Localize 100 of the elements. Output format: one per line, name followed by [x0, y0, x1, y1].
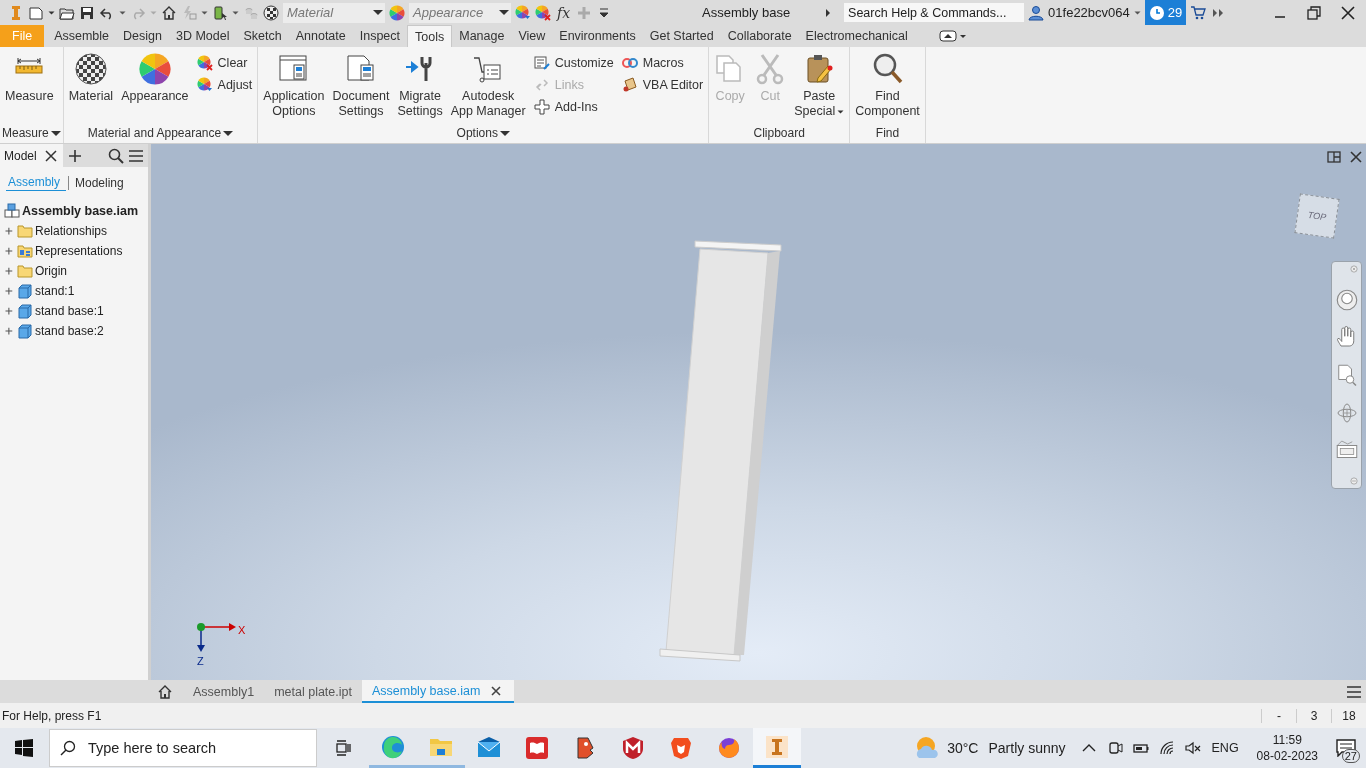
task-view-icon[interactable]: [335, 740, 351, 756]
menu-icon[interactable]: [128, 147, 144, 164]
view-cube[interactable]: TOP: [1294, 193, 1340, 239]
tool-button[interactable]: Paste Special: [791, 51, 848, 121]
taskbar-search-field[interactable]: Type here to search: [49, 729, 317, 767]
ribbon-tab[interactable]: Collaborate: [720, 25, 799, 47]
add-icon[interactable]: [66, 147, 83, 164]
axis-label: X: [238, 624, 246, 636]
home-icon[interactable]: [161, 4, 177, 21]
panel-title[interactable]: Find: [852, 123, 923, 143]
panel-title[interactable]: Material and Appearance: [65, 123, 256, 143]
panel-title[interactable]: Clipboard: [711, 123, 848, 143]
language-indicator[interactable]: ENG: [1211, 741, 1239, 755]
tree-item[interactable]: stand:1: [35, 284, 75, 298]
ribbon-tab[interactable]: Assemble: [47, 25, 117, 47]
tool-button[interactable]: Add-Ins: [530, 96, 617, 118]
color-wheel-cross-icon[interactable]: [535, 4, 551, 21]
folder-icon: [17, 263, 33, 279]
mail-icon: [477, 736, 501, 760]
dropdown-icon[interactable]: [201, 10, 208, 15]
tool-button[interactable]: Clear: [193, 52, 256, 74]
tool-button[interactable]: Autodesk App Manager: [447, 51, 529, 121]
clock-time[interactable]: 11:59: [1272, 732, 1302, 748]
model-tab[interactable]: Model: [0, 144, 63, 167]
appearance-dropdown[interactable]: Appearance: [409, 2, 511, 23]
dropdown-icon[interactable]: [48, 10, 55, 15]
color-wheel-arrow-icon[interactable]: [515, 4, 531, 21]
clock-date[interactable]: 08-02-2023: [1256, 748, 1318, 764]
tool-button[interactable]: VBA Editor: [618, 74, 707, 96]
ribbon-tab[interactable]: Annotate: [288, 25, 353, 47]
new-file-icon[interactable]: [28, 4, 44, 21]
restore-icon[interactable]: [1306, 4, 1322, 21]
checker-sphere-icon[interactable]: [263, 4, 279, 21]
user-name[interactable]: 01fe22bcv064: [1048, 5, 1130, 20]
ribbon-tab[interactable]: Inspect: [352, 25, 408, 47]
browser-icon: [381, 734, 405, 759]
tool-button[interactable]: Appearance: [118, 51, 192, 106]
ribbon-tab[interactable]: Sketch: [236, 25, 289, 47]
menu-icon[interactable]: [1346, 683, 1362, 700]
weather-condition[interactable]: Partly sunny: [988, 740, 1066, 756]
wifi-icon[interactable]: [1158, 740, 1175, 756]
tree-item[interactable]: stand base:2: [35, 324, 104, 338]
panel-title[interactable]: Options: [260, 123, 707, 143]
dropdown-icon[interactable]: [119, 10, 126, 15]
notification-center-button[interactable]: 27: [1326, 728, 1366, 768]
home-icon[interactable]: [157, 683, 173, 700]
rings-icon: [621, 55, 638, 71]
tree-item[interactable]: Relationships: [35, 224, 108, 238]
user-icon[interactable]: [1028, 4, 1045, 21]
close-icon[interactable]: [1348, 149, 1364, 165]
material-dropdown[interactable]: Material: [283, 2, 385, 23]
dropdown-icon[interactable]: [232, 10, 239, 15]
tool-button[interactable]: Macros: [618, 52, 707, 74]
notification-button[interactable]: 29: [1144, 0, 1187, 25]
ribbon-tab[interactable]: Manage: [452, 25, 512, 47]
save-icon[interactable]: [79, 4, 95, 21]
split-view-icon[interactable]: [1326, 149, 1342, 165]
search-icon[interactable]: [108, 147, 124, 164]
list-icon: [533, 55, 550, 71]
speaker-muted-icon[interactable]: [1184, 740, 1201, 756]
tool-button[interactable]: Find Component: [852, 51, 923, 121]
tool-button[interactable]: Migrate Settings: [394, 51, 446, 121]
ribbon-tab[interactable]: Environments: [552, 25, 643, 47]
ribbon-tab[interactable]: Get Started: [642, 25, 721, 47]
camera-icon[interactable]: [1106, 740, 1123, 756]
battery-cursor-icon[interactable]: [212, 4, 228, 21]
taskbar-app-button[interactable]: [753, 728, 801, 768]
browser-mode-tab[interactable]: Modeling: [73, 175, 126, 191]
close-icon[interactable]: [1340, 4, 1356, 21]
tool-button[interactable]: Document Settings: [329, 51, 393, 121]
document-tab[interactable]: metal plate.ipt: [264, 680, 362, 703]
tree-item[interactable]: Origin: [35, 264, 67, 278]
windows-start-icon[interactable]: [15, 739, 33, 757]
steering-wheel-icon[interactable]: [1334, 287, 1359, 312]
ribbon-tab[interactable]: Design: [116, 25, 169, 47]
close-icon[interactable]: [42, 147, 59, 164]
tool-button[interactable]: Application Options: [260, 51, 328, 121]
tree-item[interactable]: Representations: [35, 244, 123, 258]
tool-button[interactable]: Material: [65, 51, 117, 106]
tool-button[interactable]: Adjust: [193, 74, 256, 96]
tree-item[interactable]: stand base:1: [35, 304, 104, 318]
search-field[interactable]: Search Help & Commands...: [844, 3, 1025, 22]
panel-toggle-icon[interactable]: [938, 29, 967, 43]
temperature[interactable]: 30°C: [947, 740, 979, 756]
caret-icon: [373, 10, 383, 15]
color-wheel-icon[interactable]: [389, 4, 405, 21]
panel-title[interactable]: Measure: [2, 123, 61, 143]
color-wheel-arrow-icon: [196, 77, 213, 93]
ribbon-tab[interactable]: Electromechanical: [798, 25, 915, 47]
ribbon-tab[interactable]: Tools: [407, 25, 453, 47]
ribbon-tab[interactable]: 3D Model: [168, 25, 237, 47]
tree-item[interactable]: Assembly base.iam: [22, 204, 139, 218]
tool-button[interactable]: Customize: [530, 52, 617, 74]
formula-button[interactable]: fx: [555, 4, 573, 21]
cart-icon[interactable]: [1190, 4, 1207, 21]
color-wheel-icon: [138, 53, 171, 85]
caret-icon[interactable]: [1133, 10, 1141, 15]
document-tab[interactable]: Assembly1: [183, 680, 265, 703]
tool-button[interactable]: Measure: [2, 51, 57, 106]
ribbon-tab[interactable]: View: [511, 25, 553, 47]
